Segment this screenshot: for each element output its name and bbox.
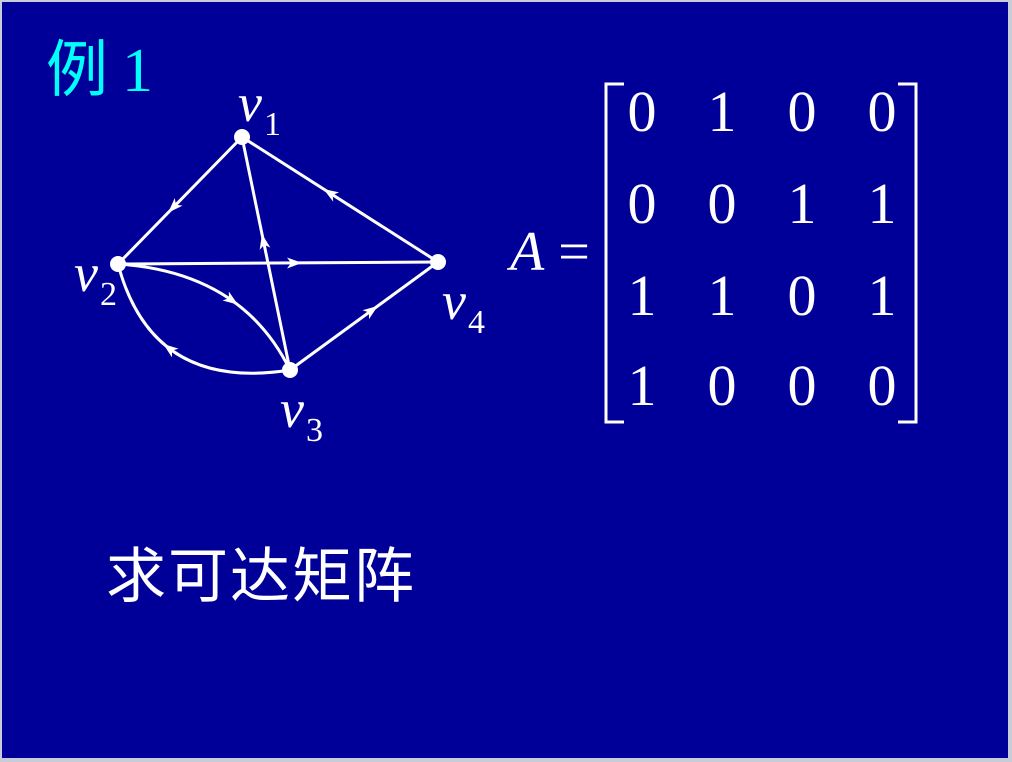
matrix-cell-r4-c4: 0 xyxy=(867,353,897,418)
node-v3 xyxy=(282,362,298,378)
matrix-label: A = xyxy=(510,220,590,284)
node-label-v3-index: 3 xyxy=(305,412,323,449)
node-label-v2-index: 2 xyxy=(99,276,117,313)
matrix-cell-r1-c1: 0 xyxy=(627,79,657,144)
node-label-v1-index: 1 xyxy=(263,106,281,143)
node-label-v4-index: 4 xyxy=(467,304,485,341)
node-label-v1: v1 xyxy=(238,76,281,142)
matrix-cell-r3-c1: 1 xyxy=(627,263,657,328)
node-label-v4-letter: v xyxy=(442,271,466,331)
edge-v4-v1 xyxy=(241,135,439,264)
edge-v3-v4 xyxy=(289,260,439,372)
edge-v3-v2 xyxy=(116,263,291,375)
node-label-v4: v4 xyxy=(442,274,485,340)
matrix-cell-r4-c3: 0 xyxy=(787,353,817,418)
edge-v1-v2 xyxy=(116,135,244,266)
matrix-equals: = xyxy=(558,221,590,283)
matrix-cell-r1-c4: 0 xyxy=(867,79,897,144)
node-label-v3-letter: v xyxy=(280,379,304,439)
node-label-v1-letter: v xyxy=(238,73,262,133)
edge-v3-v1 xyxy=(240,136,292,371)
matrix-cell-r2-c2: 0 xyxy=(707,171,737,236)
caption: 求可达矩阵 xyxy=(106,542,416,612)
matrix-cell-r4-c1: 1 xyxy=(627,353,657,418)
matrix-cell-r2-c3: 1 xyxy=(787,171,817,236)
node-label-v2: v2 xyxy=(74,246,117,312)
node-label-v3: v3 xyxy=(280,382,323,448)
matrix-cell-r1-c3: 0 xyxy=(787,79,817,144)
matrix-cell-r3-c4: 1 xyxy=(867,263,897,328)
edge-v2-v3 xyxy=(117,262,292,371)
node-v4 xyxy=(430,254,446,270)
node-label-v2-letter: v xyxy=(74,243,98,303)
edge-v4-v1-arrow xyxy=(323,188,340,202)
matrix-cell-r2-c1: 0 xyxy=(627,171,657,236)
matrix-symbol: A xyxy=(510,221,545,283)
matrix-cell-r1-c2: 1 xyxy=(707,79,737,144)
matrix-cell-r4-c2: 0 xyxy=(707,353,737,418)
edge-v2-v4 xyxy=(117,260,439,266)
matrix-cell-r2-c4: 1 xyxy=(867,171,897,236)
matrix-cell-r3-c3: 0 xyxy=(787,263,817,328)
slide: 例1 v1 v2 v3 v4 A = 0100001111011000 求可达矩… xyxy=(2,2,1008,758)
matrix-cell-r3-c2: 1 xyxy=(707,263,737,328)
